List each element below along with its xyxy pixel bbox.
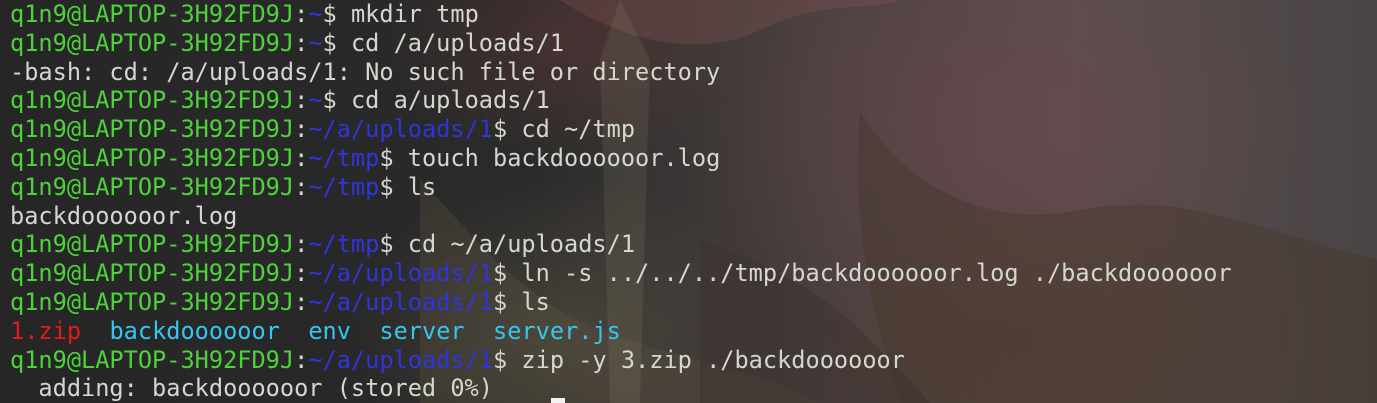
terminal-output: q1n9@LAPTOP-3H92FD9J:~$ mkdir tmp q1n9@LA…: [10, 0, 1232, 403]
output-text: backdoooooor.log: [10, 201, 238, 230]
prompt-colon: :: [294, 115, 309, 144]
ls-entry: server.js: [493, 316, 621, 345]
command-text: cd ~/tmp: [521, 115, 636, 144]
prompt-user-host: q1n9@LAPTOP-3H92FD9J: [10, 287, 295, 316]
prompt-user-host: q1n9@LAPTOP-3H92FD9J: [10, 86, 295, 115]
terminal-line: q1n9@LAPTOP-3H92FD9J:~$ cd /a/uploads/1: [10, 29, 1232, 58]
ls-entry: backdoooooor: [109, 316, 280, 345]
prompt-dollar: $: [322, 86, 351, 115]
prompt-user-host: q1n9@LAPTOP-3H92FD9J: [10, 0, 295, 28]
prompt-dollar: $: [379, 143, 408, 172]
ls-entry: env: [308, 316, 351, 345]
command-text: mkdir tmp: [350, 0, 479, 28]
command-text: zip -y 3.zip ./backdoooooor: [521, 345, 905, 374]
prompt-user-host: q1n9@LAPTOP-3H92FD9J: [10, 28, 295, 57]
ls-gap: [351, 317, 379, 345]
prompt-user-host: q1n9@LAPTOP-3H92FD9J: [10, 230, 295, 259]
terminal-line: backdoooooor.log: [10, 202, 1232, 231]
prompt-colon: :: [294, 172, 309, 201]
prompt-colon: :: [294, 259, 309, 288]
prompt-user-host: q1n9@LAPTOP-3H92FD9J: [10, 143, 295, 172]
terminal-line: q1n9@LAPTOP-3H92FD9J:~/a/uploads/1$ cd ~…: [10, 115, 1232, 144]
ls-gap: [280, 317, 308, 345]
prompt-colon: :: [294, 143, 309, 172]
prompt-dollar: $: [492, 115, 522, 144]
prompt-colon: :: [294, 230, 309, 259]
ls-entry: server: [379, 316, 465, 345]
prompt-path: ~/tmp: [308, 230, 380, 259]
prompt-dollar: $: [322, 28, 351, 57]
ls-entry: 1.zip: [10, 316, 82, 345]
prompt-colon: :: [294, 287, 309, 316]
prompt-dollar: $: [492, 287, 522, 316]
prompt-path: ~/tmp: [308, 143, 380, 172]
prompt-dollar: $: [379, 230, 408, 259]
terminal-line: q1n9@LAPTOP-3H92FD9J:~/a/uploads/1$ zip …: [10, 346, 1232, 375]
terminal-line: -bash: cd: /a/uploads/1: No such file or…: [10, 58, 1232, 87]
terminal-line: q1n9@LAPTOP-3H92FD9J:~$ cd a/uploads/1: [10, 86, 1232, 115]
output-text: -bash: cd: /a/uploads/1: No such file or…: [10, 57, 721, 86]
prompt-path: ~: [308, 86, 323, 115]
output-text: adding: backdoooooor (stored 0%): [10, 374, 493, 403]
terminal-line: q1n9@LAPTOP-3H92FD9J:~/a/uploads/1$ ls: [10, 288, 1232, 317]
prompt-path: ~/a/uploads/1: [308, 115, 493, 144]
prompt-path: ~/tmp: [308, 172, 380, 201]
prompt-user-host: q1n9@LAPTOP-3H92FD9J: [10, 115, 295, 144]
command-text: cd a/uploads/1: [350, 86, 550, 115]
prompt-dollar: $: [322, 0, 351, 28]
prompt-user-host: q1n9@LAPTOP-3H92FD9J: [10, 259, 295, 288]
command-text: ln -s ../../../tmp/backdoooooor.log ./ba…: [521, 259, 1232, 288]
ls-gap: [465, 317, 493, 345]
command-text: cd /a/uploads/1: [350, 28, 565, 57]
prompt-user-host: q1n9@LAPTOP-3H92FD9J: [10, 345, 295, 374]
prompt-dollar: $: [379, 172, 408, 201]
prompt-path: ~: [308, 0, 323, 28]
command-text: cd ~/a/uploads/1: [407, 230, 636, 259]
command-text: ls: [407, 172, 437, 201]
prompt-dollar: $: [492, 259, 522, 288]
terminal-line: q1n9@LAPTOP-3H92FD9J:~/tmp$ touch backdo…: [10, 144, 1232, 173]
prompt-path: ~/a/uploads/1: [308, 287, 493, 316]
terminal-window[interactable]: q1n9@LAPTOP-3H92FD9J:~$ mkdir tmp q1n9@LA…: [0, 0, 1377, 403]
text-cursor: [551, 398, 565, 403]
terminal-line: q1n9@LAPTOP-3H92FD9J:~/tmp$ cd ~/a/uploa…: [10, 230, 1232, 259]
prompt-colon: :: [294, 345, 309, 374]
prompt-path: ~/a/uploads/1: [308, 259, 493, 288]
terminal-line: q1n9@LAPTOP-3H92FD9J:~$ mkdir tmp: [10, 0, 1232, 29]
command-text: ls: [521, 287, 550, 316]
prompt-colon: :: [294, 0, 309, 28]
prompt-colon: :: [294, 86, 309, 115]
prompt-user-host: q1n9@LAPTOP-3H92FD9J: [10, 172, 295, 201]
terminal-line: 1.zip backdoooooor env server server.js: [10, 317, 1232, 346]
prompt-path: ~: [308, 28, 323, 57]
ls-gap: [81, 317, 109, 345]
prompt-colon: :: [294, 28, 309, 57]
terminal-line: q1n9@LAPTOP-3H92FD9J:~/a/uploads/1$ ln -…: [10, 259, 1232, 288]
terminal-line: q1n9@LAPTOP-3H92FD9J:~/tmp$ ls: [10, 173, 1232, 202]
prompt-dollar: $: [492, 345, 522, 374]
terminal-line: adding: backdoooooor (stored 0%): [10, 374, 1232, 403]
prompt-path: ~/a/uploads/1: [308, 345, 493, 374]
command-text: touch backdoooooor.log: [407, 143, 721, 172]
